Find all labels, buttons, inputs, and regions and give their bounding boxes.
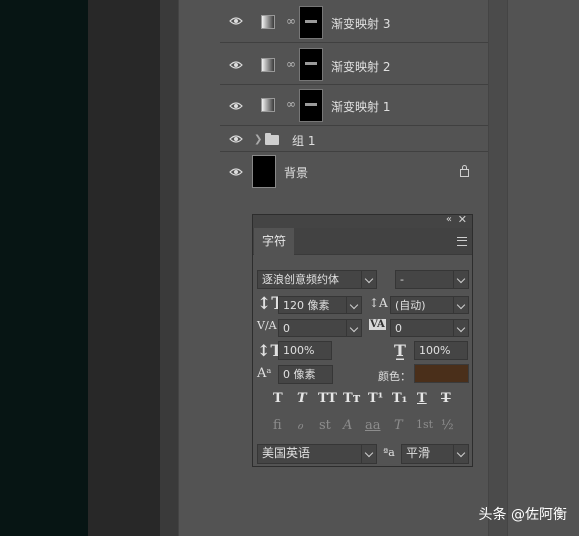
vertical-scale-value: 100% [283,344,315,357]
layer-name: 渐变映射 3 [331,17,391,31]
close-icon[interactable]: ✕ [458,213,467,226]
character-panel: « ✕ 字符 逐浪创意频约体 - ↕T 120 像素 ↕A (自动) V/A 0… [252,213,473,467]
font-style-value: - [400,273,404,286]
folder-icon [265,133,279,145]
tracking-value: 0 [395,322,402,335]
leading-field[interactable]: (自动) [390,296,469,314]
panel-titlebar[interactable]: « ✕ [253,213,472,228]
stylistic-alternates-button[interactable]: aa [365,418,381,433]
gradient-map-icon [261,58,275,72]
font-size-field[interactable]: 120 像素 [278,296,362,314]
all-caps-button[interactable]: TT [318,391,337,406]
gradient-map-icon [261,98,275,112]
text-color-swatch[interactable] [414,364,469,383]
gradient-map-icon [261,15,275,29]
antialias-icon: ªa [383,446,395,459]
canvas-area [0,0,88,536]
panel-dock-gutter [160,0,178,536]
vertical-scale-field[interactable]: 100% [278,341,332,360]
antialias-value: 平滑 [406,446,431,460]
tracking-icon: VA [369,319,386,330]
layer-mask-thumbnail[interactable] [299,6,323,39]
swash-button[interactable]: A [343,418,352,433]
kerning-icon: V/A [257,319,277,332]
ligatures-button[interactable]: fi [273,418,282,433]
layer-row[interactable]: ∞ 渐变映射 3 [220,0,488,43]
alternate-ligatures-button[interactable]: ℴ [297,418,303,433]
baseline-shift-icon: Aᵃ [257,366,272,381]
layer-row[interactable]: ∞ 渐变映射 2 [220,43,488,85]
layer-mask-thumbnail[interactable] [299,48,323,81]
font-family-select[interactable]: 逐浪创意频约体 [257,270,377,289]
chevron-down-icon[interactable] [361,271,376,288]
visibility-eye-icon[interactable] [229,134,243,144]
faux-italic-button[interactable]: T [297,391,307,406]
panel-tabbar: 字符 [253,228,472,255]
visibility-eye-icon[interactable] [229,101,243,111]
layers-scrollbar[interactable] [488,0,508,536]
chevron-down-icon[interactable] [361,445,376,463]
expand-arrow-icon[interactable]: ❯ [254,134,262,145]
kerning-field[interactable]: 0 [278,319,362,337]
leading-icon: ↕A [369,296,388,310]
layer-thumbnail[interactable] [252,155,276,188]
layer-group-row[interactable]: ❯ 组 1 [220,126,488,152]
chevron-down-icon[interactable] [453,320,468,336]
baseline-shift-value: 0 像素 [283,368,316,381]
color-label: 颜色： [378,370,411,383]
canvas-edge [88,0,160,536]
chevron-down-icon[interactable] [346,320,361,336]
panel-dock [178,0,221,536]
layer-name: 背景 [284,166,309,180]
panel-menu-icon[interactable] [457,237,467,246]
underline-button[interactable]: T [417,391,427,406]
horizontal-scale-icon: T̲ [394,341,406,360]
chevron-down-icon[interactable] [453,297,468,313]
discretionary-ligatures-button[interactable]: st [319,418,331,433]
fractions-button[interactable]: ½ [441,418,454,433]
faux-bold-button[interactable]: T [273,391,283,406]
kerning-value: 0 [283,322,290,335]
watermark: 头条 @佐阿衡 [478,507,567,523]
ordinals-button[interactable]: 1st [416,418,433,431]
antialias-select[interactable]: 平滑 [401,444,469,464]
visibility-eye-icon[interactable] [229,167,243,177]
chevron-down-icon[interactable] [453,271,468,288]
link-icon[interactable]: ∞ [286,97,296,111]
language-value: 美国英语 [262,446,311,460]
font-style-select[interactable]: - [395,270,469,289]
tracking-field[interactable]: 0 [390,319,469,337]
chevron-down-icon[interactable] [453,445,468,463]
baseline-shift-field[interactable]: 0 像素 [278,365,333,384]
layer-row[interactable]: 背景 [220,152,488,192]
link-icon[interactable]: ∞ [286,14,296,28]
layer-mask-thumbnail[interactable] [299,89,323,122]
tab-character[interactable]: 字符 [254,228,294,255]
leading-value: (自动) [395,299,426,312]
visibility-eye-icon[interactable] [229,16,243,26]
lock-icon [460,165,469,177]
font-size-value: 120 像素 [283,299,330,312]
chevron-down-icon[interactable] [346,297,361,313]
small-caps-button[interactable]: Tт [343,391,361,406]
layer-name: 渐变映射 1 [331,100,391,114]
strikethrough-button[interactable]: T [441,391,451,406]
horizontal-scale-value: 100% [419,344,451,357]
layer-name: 渐变映射 2 [331,60,391,74]
titling-alternates-button[interactable]: T [394,418,403,433]
layer-name: 组 1 [292,134,316,148]
layer-row[interactable]: ∞ 渐变映射 1 [220,85,488,126]
language-select[interactable]: 美国英语 [257,444,377,464]
font-family-value: 逐浪创意频约体 [262,273,339,286]
layers-panel: ∞ 渐变映射 3 ∞ 渐变映射 2 ∞ 渐变映射 1 ❯ 组 1 背景 [220,0,488,192]
subscript-button[interactable]: T₁ [392,391,407,406]
superscript-button[interactable]: T¹ [368,391,383,406]
visibility-eye-icon[interactable] [229,60,243,70]
link-icon[interactable]: ∞ [286,57,296,71]
horizontal-scale-field[interactable]: 100% [414,341,468,360]
collapse-icon[interactable]: « [446,214,452,225]
